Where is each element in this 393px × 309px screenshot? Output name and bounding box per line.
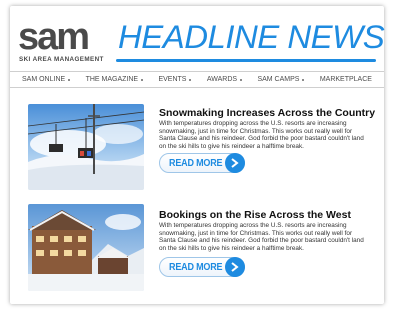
nav-label: SAM ONLINE bbox=[22, 76, 66, 83]
nav-label: EVENTS bbox=[158, 76, 187, 83]
nav-label: MARKETPLACE bbox=[319, 76, 372, 83]
nav-item-awards[interactable]: AWARDS bbox=[206, 76, 243, 83]
article-body: With temperatures dropping across the U.… bbox=[159, 120, 364, 150]
article-title[interactable]: Bookings on the Rise Across the West bbox=[159, 209, 381, 221]
read-more-label: READ MORE bbox=[169, 262, 223, 273]
nav-item-events[interactable]: EVENTS bbox=[158, 76, 192, 83]
read-more-button[interactable]: READ MORE bbox=[159, 257, 245, 277]
ski-lift-photo[interactable] bbox=[28, 104, 144, 190]
brand-subtitle: SKI AREA MANAGEMENT bbox=[19, 56, 104, 63]
read-more-label: READ MORE bbox=[169, 158, 223, 169]
nav-separator bbox=[68, 78, 71, 81]
nav-separator bbox=[141, 78, 144, 81]
headline-news-title: HEADLINE NEWS bbox=[118, 19, 385, 55]
headline-underline bbox=[116, 59, 376, 62]
read-more-button[interactable]: READ MORE bbox=[159, 153, 245, 173]
brand-logo[interactable]: sam bbox=[18, 18, 90, 56]
article-body: With temperatures dropping across the U.… bbox=[159, 222, 364, 252]
article-title[interactable]: Snowmaking Increases Across the Country bbox=[159, 107, 381, 119]
nav-separator bbox=[189, 78, 192, 81]
nav-item-marketplace[interactable]: MARKETPLACE bbox=[320, 76, 372, 83]
nav-separator bbox=[240, 78, 243, 81]
main-nav: SAM ONLINE THE MAGAZINE EVENTS AWARDS SA… bbox=[10, 71, 384, 88]
nav-label: SAM CAMPS bbox=[257, 76, 300, 83]
newsletter-frame: sam SKI AREA MANAGEMENT HEADLINE NEWS SA… bbox=[10, 6, 385, 304]
nav-item-the-magazine[interactable]: THE MAGAZINE bbox=[86, 76, 144, 83]
nav-item-sam-camps[interactable]: SAM CAMPS bbox=[257, 76, 305, 83]
nav-item-sam-online[interactable]: SAM ONLINE bbox=[22, 76, 71, 83]
ski-lodge-photo[interactable] bbox=[28, 204, 144, 291]
nav-label: THE MAGAZINE bbox=[85, 76, 139, 83]
arrow-right-icon bbox=[225, 257, 245, 277]
arrow-right-icon bbox=[225, 153, 245, 173]
nav-separator bbox=[302, 78, 305, 81]
nav-label: AWARDS bbox=[206, 76, 238, 83]
